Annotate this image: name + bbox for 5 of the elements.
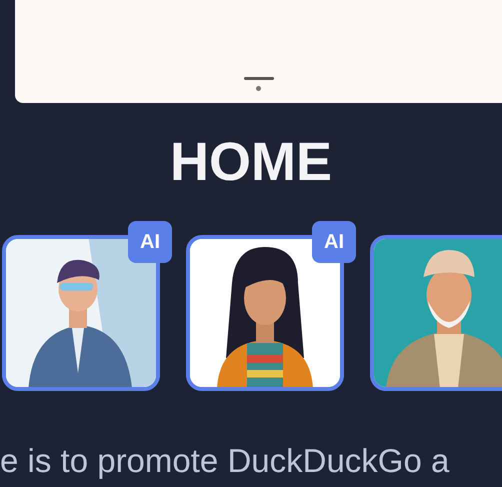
text-line [244, 77, 274, 80]
ai-badge: AI [312, 221, 356, 263]
page-heading: HOME [169, 131, 333, 193]
ai-badge: AI [128, 221, 172, 263]
tagline: e is to promote DuckDuckGo a [0, 441, 450, 481]
